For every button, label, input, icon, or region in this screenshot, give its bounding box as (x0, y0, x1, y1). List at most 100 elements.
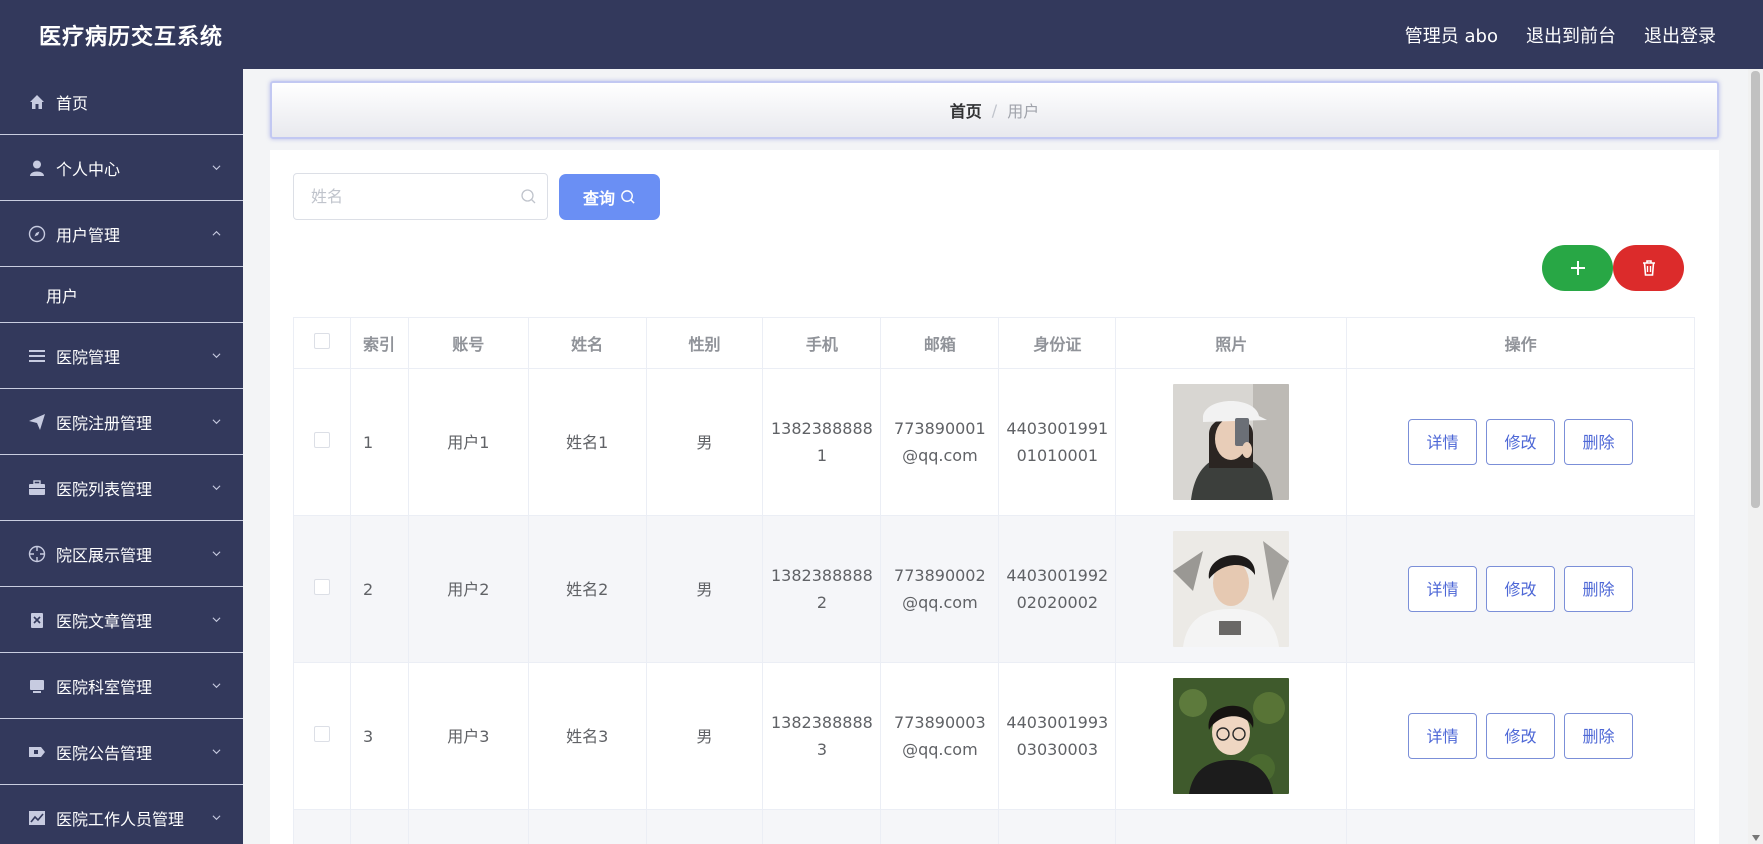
cell-account (407, 809, 529, 844)
ticket-icon (28, 743, 46, 761)
chevron-down-icon (212, 617, 221, 623)
sidebar-item-hospital-registration[interactable]: 医院注册管理 (0, 389, 243, 455)
cell-email: 773890002 @qq.com (880, 515, 1000, 663)
edit-button[interactable]: 修改 (1486, 713, 1556, 759)
row-checkbox[interactable] (313, 431, 330, 448)
send-icon (28, 413, 46, 431)
sidebar-item-user-management[interactable]: 用户管理 (0, 201, 243, 267)
search-icon (521, 189, 536, 204)
cell-account: 用户2 (407, 515, 529, 663)
search-icon (621, 190, 635, 204)
sidebar-item-staff-management[interactable]: 医院工作人员管理 (0, 785, 243, 844)
cell-gender: 男 (645, 515, 764, 663)
detail-button[interactable]: 详情 (1408, 419, 1478, 465)
sidebar-item-label: 医院公告管理 (56, 743, 153, 763)
compass-icon (28, 225, 46, 243)
table-row: 3 用户3 姓名3 男 1382388888 3 773890003 @qq.com… (293, 662, 1695, 810)
phone-line: 1 (816, 446, 827, 465)
sidebar-item-label: 医院工作人员管理 (56, 809, 185, 829)
row-select-cell (293, 809, 351, 844)
column-header: 照片 (1115, 317, 1348, 369)
user-photo[interactable] (1173, 678, 1290, 794)
column-header: 身份证 (998, 317, 1117, 369)
chevron-down-icon (212, 815, 221, 821)
id-line: 4403001993 (1006, 713, 1109, 732)
cell-phone (762, 809, 882, 844)
logout-link[interactable]: 退出登录 (1644, 22, 1716, 48)
row-checkbox[interactable] (313, 578, 330, 595)
row-select-cell (293, 368, 351, 516)
column-header: 邮箱 (880, 317, 1000, 369)
cell-email: 773890001 @qq.com (880, 368, 1000, 516)
cell-email: 773890003 @qq.com (880, 662, 1000, 810)
sidebar-item-label: 医院注册管理 (56, 413, 153, 433)
id-line: 4403001991 (1006, 419, 1109, 438)
phone-line: 1382388888 (771, 419, 873, 438)
email-line: @qq.com (902, 593, 978, 612)
sidebar-item-article-management[interactable]: 医院文章管理 (0, 587, 243, 653)
sidebar-item-campus-display[interactable]: 院区展示管理 (0, 521, 243, 587)
column-header: 手机 (762, 317, 882, 369)
phone-line: 1382388888 (771, 713, 873, 732)
email-line: 773890003 (894, 713, 986, 732)
cell-id-card: 4403001993 03030003 (998, 662, 1117, 810)
sidebar-item-department-management[interactable]: 医院科室管理 (0, 653, 243, 719)
cell-actions: 详情 修改 删除 (1346, 368, 1695, 516)
email-line: @qq.com (902, 446, 978, 465)
sidebar-item-home[interactable]: 首页 (0, 69, 243, 135)
scrollbar-thumb[interactable] (1751, 71, 1760, 508)
delete-button[interactable]: 删除 (1564, 566, 1634, 612)
user-icon (28, 159, 46, 177)
sidebar-item-notice-management[interactable]: 医院公告管理 (0, 719, 243, 785)
add-button[interactable] (1542, 245, 1613, 291)
sidebar-subitem-user[interactable]: 用户 (0, 267, 243, 323)
cell-photo (1115, 515, 1348, 663)
sidebar-item-personal-center[interactable]: 个人中心 (0, 135, 243, 201)
sidebar-item-label: 院区展示管理 (56, 545, 153, 565)
sidebar-item-hospital-management[interactable]: 医院管理 (0, 323, 243, 389)
plus-icon (1570, 261, 1585, 275)
row-select-cell (293, 515, 351, 663)
id-line: 02020002 (1016, 593, 1099, 612)
briefcase-icon (28, 479, 46, 497)
exit-to-front-link[interactable]: 退出到前台 (1526, 22, 1616, 48)
table-header-row: 索引 账号 姓名 性别 手机 邮箱 身份证 照片 操作 (293, 317, 1695, 369)
query-button[interactable]: 查询 (559, 174, 660, 220)
detail-button[interactable]: 详情 (1408, 566, 1478, 612)
cell-actions: 详情 修改 删除 (1346, 662, 1695, 810)
cell-id-card (998, 809, 1117, 844)
sidebar-subitem-label: 用户 (46, 286, 79, 306)
chevron-down-icon (212, 749, 221, 755)
top-links: 管理员 abo 退出到前台 退出登录 (1405, 22, 1716, 48)
id-line: 4403001992 (1006, 566, 1109, 585)
user-photo[interactable] (1173, 384, 1290, 500)
detail-button[interactable]: 详情 (1408, 713, 1478, 759)
sidebar-item-hospital-list[interactable]: 医院列表管理 (0, 455, 243, 521)
bulk-delete-button[interactable] (1613, 245, 1684, 291)
email-line: 773890001 (894, 419, 986, 438)
scroll-down-arrow-icon[interactable] (1752, 835, 1760, 841)
app-title: 医疗病历交互系统 (39, 25, 224, 50)
sidebar-item-label: 医院管理 (56, 347, 121, 367)
edit-button[interactable]: 修改 (1486, 419, 1556, 465)
cell-name: 姓名2 (527, 515, 647, 663)
edit-button[interactable]: 修改 (1486, 566, 1556, 612)
select-all-checkbox[interactable] (313, 333, 330, 349)
cell-index (349, 809, 409, 844)
page-scrollbar[interactable] (1748, 69, 1763, 844)
cell-name (527, 809, 647, 844)
cell-phone: 1382388888 3 (762, 662, 882, 810)
delete-button[interactable]: 删除 (1564, 419, 1634, 465)
admin-label[interactable]: 管理员 abo (1405, 22, 1498, 48)
cell-phone: 1382388888 2 (762, 515, 882, 663)
breadcrumb-home[interactable]: 首页 (950, 98, 982, 122)
user-photo[interactable] (1173, 531, 1290, 647)
home-icon (28, 93, 46, 111)
delete-button[interactable]: 删除 (1564, 713, 1634, 759)
sidebar-item-label: 首页 (56, 93, 89, 113)
cell-account: 用户1 (407, 368, 529, 516)
sidebar: 首页 个人中心 用户管理 用户 医院管理 医院注册管理 医院列表管理 院区展示管… (0, 69, 243, 844)
name-search-input[interactable] (294, 174, 504, 219)
row-checkbox[interactable] (313, 725, 330, 742)
cell-id-card: 4403001992 02020002 (998, 515, 1117, 663)
